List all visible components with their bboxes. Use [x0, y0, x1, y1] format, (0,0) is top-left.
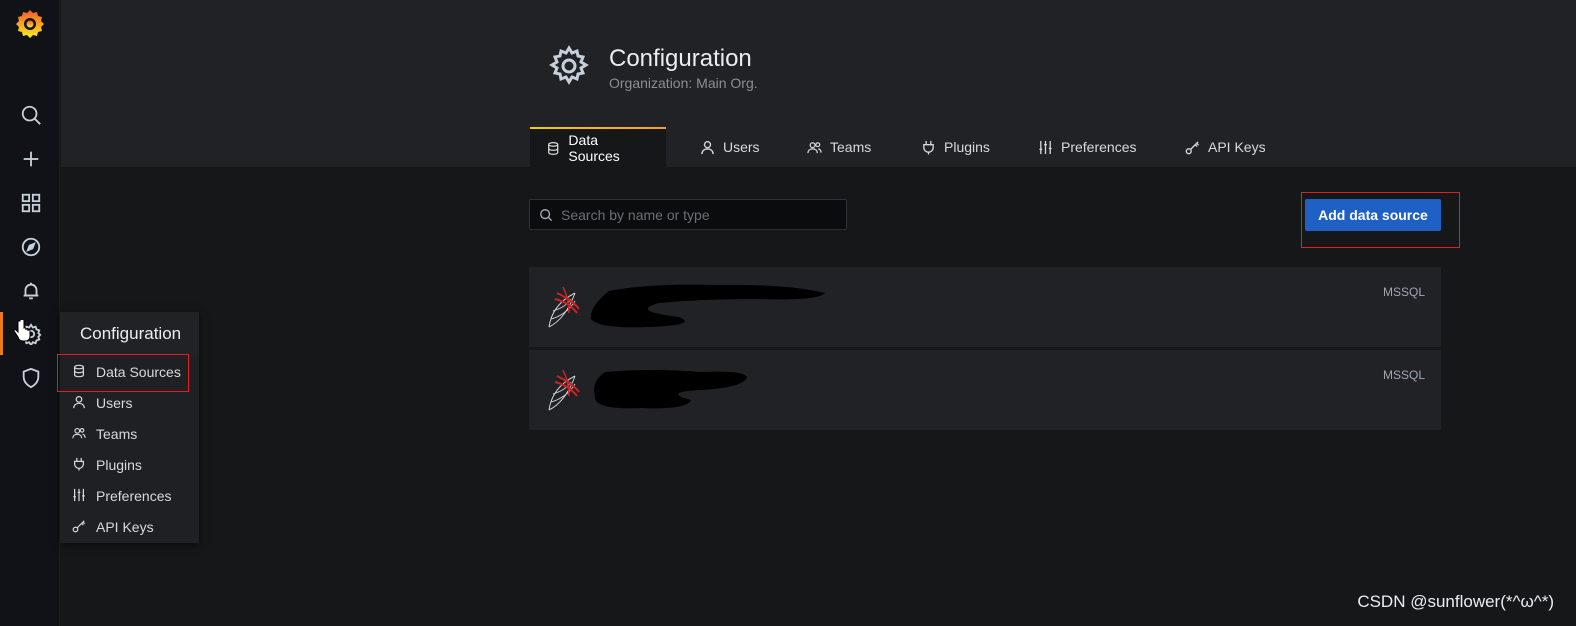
shield-icon[interactable] — [18, 365, 44, 391]
datasource-type: MSSQL — [1382, 285, 1425, 299]
sql-server-icon — [548, 369, 580, 411]
search-input[interactable] — [559, 205, 843, 224]
page-subtitle: Organization: Main Org. — [609, 75, 758, 91]
menu-item-plugins[interactable]: Plugins — [60, 450, 199, 480]
menu-item-label: Preferences — [96, 488, 172, 504]
plug-icon — [923, 140, 934, 155]
sidebar — [0, 0, 60, 626]
tab-data-sources[interactable]: Data Sources — [530, 127, 666, 167]
redacted-name — [594, 370, 747, 409]
sql-server-icon — [548, 286, 580, 328]
redacted-name — [590, 284, 825, 328]
alerting-icon[interactable] — [18, 278, 44, 304]
menu-item-label: Teams — [96, 426, 138, 442]
menu-item-label: API Keys — [96, 519, 154, 535]
dashboards-icon[interactable] — [18, 190, 44, 216]
grafana-logo-icon[interactable] — [14, 8, 46, 40]
configuration-flyout-menu: Configuration Data Sources Users Teams P… — [60, 312, 199, 543]
datasource-card[interactable]: MSSQL — [529, 267, 1441, 347]
plus-icon[interactable] — [18, 146, 44, 172]
datasource-card[interactable]: MSSQL — [529, 350, 1441, 430]
search-icon[interactable] — [18, 102, 44, 128]
key-icon — [72, 520, 86, 533]
teams-icon — [72, 427, 86, 439]
menu-item-api-keys[interactable]: API Keys — [60, 512, 199, 542]
plug-icon — [74, 457, 84, 471]
hand-cursor-icon — [13, 320, 31, 342]
sliders-icon — [1039, 140, 1052, 154]
tab-label: Users — [723, 139, 760, 155]
highlight-box — [57, 354, 189, 392]
menu-item-label: Plugins — [96, 457, 142, 473]
active-indicator — [0, 312, 3, 355]
tab-api-keys[interactable]: API Keys — [1185, 127, 1266, 167]
tab-label: Preferences — [1061, 139, 1137, 155]
user-icon — [701, 140, 714, 154]
datasource-type: MSSQL — [1382, 368, 1425, 382]
tab-label: Teams — [830, 139, 872, 155]
tab-label: Data Sources — [568, 132, 620, 164]
menu-item-users[interactable]: Users — [60, 388, 199, 418]
tab-label: Plugins — [944, 139, 990, 155]
watermark: CSDN @sunflower(*^ω^*) — [1357, 592, 1554, 611]
highlight-box — [1301, 192, 1460, 248]
search-icon — [540, 208, 553, 221]
teams-icon — [807, 141, 822, 153]
tab-teams[interactable]: Teams — [807, 127, 871, 167]
tab-preferences[interactable]: Preferences — [1038, 127, 1136, 167]
database-icon — [548, 141, 559, 155]
menu-item-teams[interactable]: Teams — [60, 419, 199, 449]
explore-icon[interactable] — [18, 234, 44, 260]
tab-users[interactable]: Users — [700, 127, 760, 167]
menu-item-label: Users — [96, 395, 133, 411]
key-icon — [1185, 140, 1200, 154]
menu-item-preferences[interactable]: Preferences — [60, 481, 199, 511]
flyout-title[interactable]: Configuration — [60, 312, 199, 355]
search-field[interactable] — [529, 199, 847, 230]
tab-plugins[interactable]: Plugins — [921, 127, 990, 167]
tab-label: API Keys — [1208, 139, 1266, 155]
sliders-icon — [73, 488, 85, 502]
user-icon — [73, 395, 85, 409]
page-title: Configuration — [609, 45, 752, 72]
gear-icon — [549, 45, 589, 85]
